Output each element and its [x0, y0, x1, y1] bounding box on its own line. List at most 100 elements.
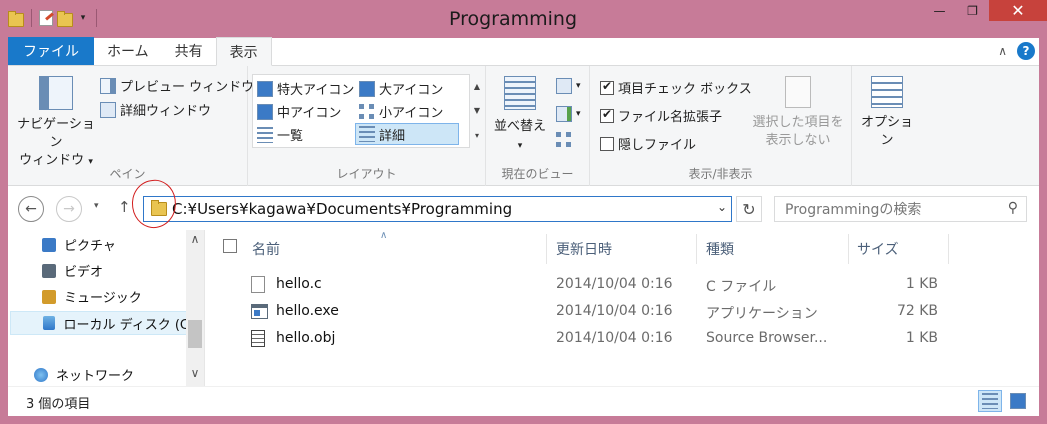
nav-item-videos[interactable]: ビデオ	[42, 261, 103, 280]
file-size: 1 KB	[905, 330, 938, 346]
layout-extra-large-icons[interactable]: 特大アイコン	[257, 79, 354, 98]
sort-ascending-icon: ∧	[380, 230, 388, 241]
add-columns-button[interactable]: ▾	[556, 106, 581, 122]
hide-selected-items-button[interactable]: 選択した項目を 表示しない	[750, 76, 846, 150]
file-row[interactable]: hello.obj 2014/10/04 0:16 Source Browser…	[205, 326, 1039, 352]
add-columns-dropdown-icon: ▾	[576, 109, 581, 119]
search-box[interactable]: Programmingの検索 ⚲	[774, 196, 1027, 222]
details-view-button[interactable]	[978, 390, 1002, 412]
hide-selected-label-2: 表示しない	[765, 133, 831, 148]
column-divider[interactable]	[546, 234, 547, 264]
file-date: 2014/10/04 0:16	[556, 303, 673, 319]
options-button[interactable]: オプション	[858, 76, 916, 150]
preview-pane-icon	[100, 77, 116, 94]
scroll-thumb[interactable]	[188, 320, 202, 348]
tab-file[interactable]: ファイル	[8, 37, 94, 65]
search-icon[interactable]: ⚲	[1008, 200, 1018, 216]
back-button[interactable]: ←	[18, 196, 44, 222]
column-divider[interactable]	[948, 234, 949, 264]
large-icons-view-icon	[1010, 393, 1026, 409]
nav-item-music[interactable]: ミュージック	[42, 287, 142, 306]
nav-pane-scrollbar[interactable]: ∧ ∨	[186, 230, 204, 386]
details-pane-button[interactable]: 詳細ウィンドウ	[100, 100, 211, 119]
nav-item-local-disk[interactable]: ローカル ディスク (C	[10, 311, 190, 335]
collapse-ribbon-icon[interactable]: ∧	[998, 44, 1007, 58]
ribbon-right-controls: ∧ ?	[998, 37, 1039, 65]
size-columns-icon	[556, 132, 572, 148]
file-row[interactable]: hello.c 2014/10/04 0:16 C ファイル 1 KB	[205, 272, 1039, 298]
layout-large-icons[interactable]: 大アイコン	[359, 79, 443, 98]
column-header-type[interactable]: 種類	[706, 239, 734, 259]
file-name: hello.c	[276, 276, 322, 292]
add-columns-icon	[556, 106, 572, 122]
group-layout: 特大アイコン 大アイコン 中アイコン 小アイコン 一覧 詳細 ▲ ▼ ▾ レイア…	[248, 66, 486, 186]
file-row[interactable]: hello.exe 2014/10/04 0:16 アプリケーション 72 KB	[205, 299, 1039, 325]
details-pane-icon	[100, 101, 116, 118]
minimize-button[interactable]: —	[923, 0, 956, 21]
close-button[interactable]: ✕	[989, 0, 1047, 21]
column-divider[interactable]	[848, 234, 849, 264]
layout-small-icons[interactable]: 小アイコン	[359, 102, 443, 121]
layout-list[interactable]: 一覧	[257, 125, 303, 144]
navigation-pane-button[interactable]: ナビゲーション ウィンドウ ▾	[14, 76, 98, 171]
maximize-button[interactable]: ❐	[956, 0, 989, 21]
file-name-extensions-label: ファイル名拡張子	[618, 110, 723, 125]
address-bar[interactable]: C:¥Users¥kagawa¥Documents¥Programming ⌄	[143, 196, 732, 222]
layout-gallery: 特大アイコン 大アイコン 中アイコン 小アイコン 一覧 詳細	[252, 74, 470, 148]
group-by-button[interactable]: ▾	[556, 78, 581, 94]
hidden-items-option[interactable]: 隠しファイル	[600, 134, 696, 153]
item-count: 3 個の項目	[26, 397, 91, 412]
group-label-show-hide: 表示/非表示	[688, 167, 753, 181]
item-check-boxes-checkbox[interactable]	[600, 79, 614, 95]
layout-gallery-scroll: ▲ ▼ ▾	[470, 74, 484, 148]
nav-item-network[interactable]: ネットワーク	[34, 365, 134, 384]
column-header-name[interactable]: 名前	[252, 239, 280, 259]
up-arrow-icon[interactable]: ↑	[118, 198, 131, 216]
address-dropdown-icon[interactable]: ⌄	[717, 200, 727, 214]
scroll-up-icon[interactable]: ∧	[186, 232, 204, 246]
details-pane-label: 詳細ウィンドウ	[120, 104, 212, 119]
hide-selected-label-1: 選択した項目を	[752, 115, 844, 130]
small-icons-label: 小アイコン	[379, 106, 444, 121]
pictures-icon	[42, 237, 56, 252]
column-divider[interactable]	[696, 234, 697, 264]
column-header-date[interactable]: 更新日時	[556, 239, 612, 259]
gallery-up-icon[interactable]: ▲	[474, 82, 480, 91]
nav-item-pictures[interactable]: ピクチャ	[42, 235, 116, 254]
extra-large-icons-label: 特大アイコン	[277, 83, 355, 98]
scroll-down-icon[interactable]: ∨	[186, 366, 204, 380]
group-options: オプション	[852, 66, 920, 186]
help-icon[interactable]: ?	[1017, 42, 1035, 60]
preview-pane-label: プレビュー ウィンドウ	[120, 80, 255, 95]
tab-share[interactable]: 共有	[162, 37, 216, 65]
hidden-items-label: 隠しファイル	[618, 138, 697, 153]
medium-icons-icon	[257, 103, 273, 120]
large-icons-icon	[359, 80, 375, 97]
size-columns-button[interactable]	[556, 132, 572, 148]
back-arrow-icon: ←	[25, 201, 37, 217]
file-name: hello.exe	[276, 303, 339, 319]
gallery-down-icon[interactable]: ▼	[474, 106, 480, 115]
hidden-items-checkbox[interactable]	[600, 136, 614, 151]
layout-details[interactable]: 詳細	[355, 123, 459, 145]
file-name-extensions-checkbox[interactable]	[600, 107, 614, 123]
recent-locations-dropdown-icon[interactable]: ▾	[94, 201, 99, 211]
tab-view[interactable]: 表示	[215, 37, 272, 66]
file-size: 1 KB	[905, 276, 938, 292]
item-check-boxes-option[interactable]: 項目チェック ボックス	[600, 78, 752, 97]
gallery-more-icon[interactable]: ▾	[475, 131, 479, 140]
select-all-checkbox[interactable]	[223, 239, 237, 253]
forward-button[interactable]: →	[56, 196, 82, 222]
refresh-button[interactable]: ↻	[736, 196, 762, 222]
details-view-icon	[982, 393, 998, 409]
ribbon: ナビゲーション ウィンドウ ▾ プレビュー ウィンドウ 詳細ウィンドウ ペイン …	[8, 66, 1039, 186]
preview-pane-button[interactable]: プレビュー ウィンドウ	[100, 76, 254, 95]
address-path[interactable]: C:¥Users¥kagawa¥Documents¥Programming	[172, 200, 512, 218]
layout-medium-icons[interactable]: 中アイコン	[257, 102, 341, 121]
large-icons-view-button[interactable]	[1006, 390, 1030, 412]
sort-by-button[interactable]: 並べ替え ▾	[490, 76, 550, 155]
tab-home[interactable]: ホーム	[94, 37, 162, 65]
column-header-size[interactable]: サイズ	[857, 239, 899, 259]
file-name-extensions-option[interactable]: ファイル名拡張子	[600, 106, 722, 125]
videos-icon	[42, 263, 56, 278]
